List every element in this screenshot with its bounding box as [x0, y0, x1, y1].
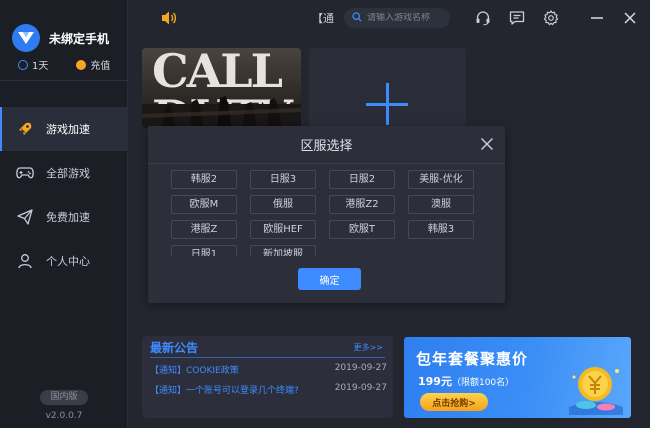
server-option[interactable]: 港服Z: [171, 220, 237, 239]
confirm-button[interactable]: 确定: [298, 268, 361, 290]
dialog-header: 区服选择: [148, 126, 505, 163]
server-option[interactable]: 港服Z2: [329, 195, 395, 214]
close-icon[interactable]: [621, 9, 639, 27]
sidebar-divider: [0, 80, 128, 81]
sidebar-item-label: 免费加速: [46, 211, 90, 224]
server-option[interactable]: 美服-优化: [408, 170, 474, 189]
server-option[interactable]: 澳服: [408, 195, 474, 214]
announcement-item[interactable]: 【通知】一个账号可以登录几个终端? 2019-09-27: [150, 383, 387, 396]
coin-icon: [76, 59, 87, 70]
sidebar-item-game-boost[interactable]: 游戏加速: [0, 107, 128, 151]
game-cover-art: [142, 96, 301, 128]
announcement-date: 2019-09-27: [334, 363, 387, 373]
promo-banner[interactable]: 包年套餐聚惠价 199元（限额100名） 点击抢购>: [404, 337, 631, 418]
account-header: 未绑定手机: [12, 24, 109, 52]
app-logo-icon: [12, 24, 40, 52]
server-option[interactable]: 欧服M: [171, 195, 237, 214]
announcement-panel: 最新公告 更多>> 【通知】COOKIE政策 2019-09-27 【通知】一个…: [142, 336, 393, 418]
announcement-date: 2019-09-27: [334, 383, 387, 393]
remaining-days: 1天: [18, 57, 48, 72]
announcement-more-link[interactable]: 更多>>: [354, 342, 383, 353]
announcement-divider: [150, 357, 385, 358]
version-label: v2.0.0.7: [45, 411, 83, 421]
dialog-divider: [148, 163, 505, 164]
server-option[interactable]: 韩服2: [171, 170, 237, 189]
sidebar-item-free-boost[interactable]: 免费加速: [0, 195, 128, 239]
paper-plane-icon: [16, 208, 34, 226]
gear-icon[interactable]: [542, 9, 560, 27]
server-select-dialog: 区服选择 韩服2 日服3 日服2 美服-优化 欧服M 俄服 港服Z2 澳服 港服…: [148, 126, 505, 303]
sidebar: 未绑定手机 1天 充值 游戏加速 全部游戏 免费加速 个人中心 国内版 v2.0…: [0, 0, 128, 428]
sidebar-item-label: 全部游戏: [46, 167, 90, 180]
server-option[interactable]: 欧服HEF: [250, 220, 316, 239]
search-icon[interactable]: [352, 11, 362, 25]
message-icon[interactable]: [508, 9, 526, 27]
server-option[interactable]: 日服1: [171, 245, 237, 256]
dialog-close-icon[interactable]: [480, 137, 494, 151]
remaining-days-label: 1天: [32, 61, 49, 72]
account-stats: 1天 充值: [18, 57, 110, 72]
server-option[interactable]: 日服2: [329, 170, 395, 189]
sidebar-nav: 游戏加速 全部游戏 免费加速 个人中心: [0, 107, 128, 283]
announcement-title: 最新公告: [150, 341, 199, 355]
rocket-icon: [16, 120, 34, 138]
server-list: 韩服2 日服3 日服2 美服-优化 欧服M 俄服 港服Z2 澳服 港服Z 欧服H…: [171, 170, 479, 256]
search-box: [344, 8, 450, 28]
region-badge: 国内版: [40, 390, 88, 405]
promo-title: 包年套餐聚惠价: [416, 350, 529, 368]
sidebar-item-profile[interactable]: 个人中心: [0, 239, 128, 283]
announcement-item[interactable]: 【通知】COOKIE政策 2019-09-27: [150, 363, 387, 376]
minimize-icon[interactable]: [588, 9, 606, 27]
dialog-title: 区服选择: [300, 139, 353, 154]
sidebar-item-label: 个人中心: [46, 255, 90, 268]
server-option[interactable]: 俄服: [250, 195, 316, 214]
buy-now-button[interactable]: 点击抢购>: [420, 393, 488, 411]
notice-ticker[interactable]: 【通: [312, 10, 334, 26]
recharge-link[interactable]: 充值: [76, 57, 110, 72]
money-bag-icon: [569, 367, 623, 415]
speaker-icon[interactable]: [160, 10, 178, 29]
server-option[interactable]: 日服3: [250, 170, 316, 189]
server-option[interactable]: 新加坡服: [250, 245, 316, 256]
top-bar: 【通: [128, 0, 650, 36]
promo-price-value: 199元: [418, 375, 452, 388]
promo-price: 199元（限额100名）: [418, 373, 514, 389]
add-game-card[interactable]: [309, 48, 466, 128]
user-icon: [16, 252, 34, 270]
promo-limit: （限额100名）: [451, 378, 515, 388]
add-icon-vertical: [386, 83, 389, 125]
server-option[interactable]: 欧服T: [329, 220, 395, 239]
clock-icon: [18, 59, 28, 70]
headset-icon[interactable]: [474, 9, 492, 27]
recharge-label: 充值: [90, 61, 111, 72]
sidebar-item-all-games[interactable]: 全部游戏: [0, 151, 128, 195]
sidebar-item-label: 游戏加速: [46, 123, 90, 136]
announcement-text: 【通知】COOKIE政策: [150, 366, 239, 376]
gamepad-icon: [16, 164, 34, 182]
server-option[interactable]: 韩服3: [408, 220, 474, 239]
search-input[interactable]: [367, 13, 447, 23]
announcement-text: 【通知】一个账号可以登录几个终端?: [150, 386, 299, 396]
account-phone-status[interactable]: 未绑定手机: [49, 30, 109, 47]
game-card-call-of-duty[interactable]: CALL DUTY: [142, 48, 301, 128]
